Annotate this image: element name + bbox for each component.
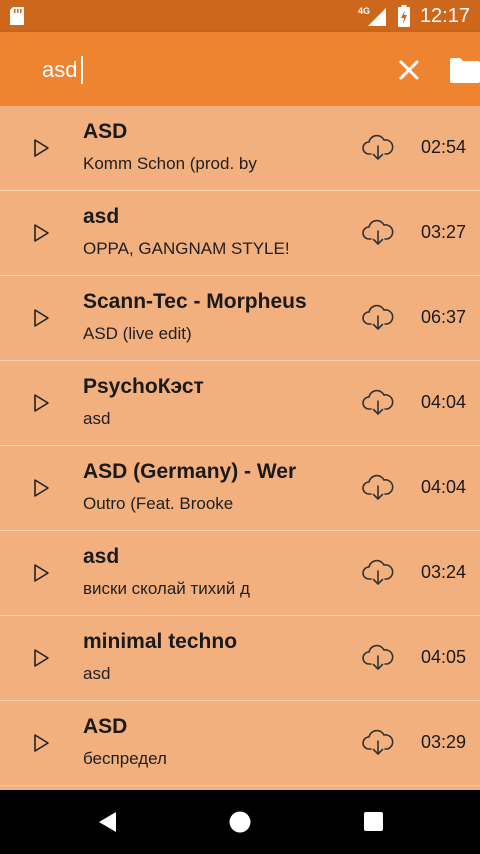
cloud-download-icon[interactable] (362, 729, 394, 757)
cloud-download-icon[interactable] (362, 219, 394, 247)
sd-card-icon (10, 7, 24, 25)
track-artist: asd (83, 409, 111, 428)
search-toolbar (0, 32, 480, 106)
text-cursor (81, 56, 83, 84)
cloud-download-icon[interactable] (362, 559, 394, 587)
cloud-download-icon[interactable] (362, 644, 394, 672)
play-icon[interactable] (30, 477, 52, 499)
track-row[interactable]: ASD беспредел 03:29 (0, 701, 480, 786)
signal-icon: 4G (358, 6, 386, 26)
battery-charging-icon (397, 5, 410, 27)
track-title: PsychoКэст (83, 375, 204, 398)
play-icon[interactable] (30, 137, 52, 159)
track-artist: OPPA, GANGNAM STYLE! (83, 239, 290, 258)
play-icon[interactable] (30, 732, 52, 754)
folder-icon[interactable] (448, 56, 480, 84)
play-icon[interactable] (30, 307, 52, 329)
play-icon[interactable] (30, 222, 52, 244)
track-duration: 04:04 (420, 392, 466, 412)
track-row[interactable]: PsychoКэст asd 04:04 (0, 361, 480, 446)
home-icon[interactable] (229, 811, 251, 833)
track-row[interactable]: minimal techno asd 04:05 (0, 616, 480, 701)
track-title: asd (83, 205, 120, 228)
track-title: Scann-Tec - Morpheus (83, 290, 307, 313)
track-title: ASD (83, 715, 128, 738)
track-artist: ASD (live edit) (83, 324, 192, 343)
track-duration: 04:04 (420, 477, 466, 497)
status-bar: 4G 12:17 (0, 0, 480, 32)
track-artist: asd (83, 664, 111, 683)
track-row[interactable]: ASD (Germany) - Wer Outro (Feat. Brooke … (0, 446, 480, 531)
recents-icon[interactable] (364, 812, 383, 831)
track-title: minimal techno (83, 630, 238, 653)
back-icon[interactable] (96, 810, 118, 834)
track-artist: беспредел (83, 749, 167, 768)
track-duration: 04:05 (420, 647, 466, 667)
cloud-download-icon[interactable] (362, 389, 394, 417)
track-list: ASD Komm Schon (prod. by 02:54 asd OPPA,… (0, 106, 480, 786)
track-duration: 06:37 (420, 307, 466, 327)
track-row[interactable]: asd виски сколай тихий д 03:24 (0, 531, 480, 616)
track-duration: 02:54 (420, 137, 466, 157)
track-artist: Komm Schon (prod. by (83, 154, 257, 173)
navigation-bar (0, 790, 480, 854)
track-row[interactable]: Scann-Tec - Morpheus ASD (live edit) 06:… (0, 276, 480, 361)
cloud-download-icon[interactable] (362, 474, 394, 502)
cloud-download-icon[interactable] (362, 134, 394, 162)
track-duration: 03:27 (420, 222, 466, 242)
track-title: asd (83, 545, 120, 568)
close-icon[interactable] (394, 55, 424, 85)
play-icon[interactable] (30, 562, 52, 584)
cloud-download-icon[interactable] (362, 304, 394, 332)
play-icon[interactable] (30, 392, 52, 414)
search-input[interactable] (42, 54, 372, 86)
network-type-label: 4G (358, 6, 370, 16)
play-icon[interactable] (30, 647, 52, 669)
track-duration: 03:29 (420, 732, 466, 752)
track-title: ASD (83, 120, 128, 143)
track-duration: 03:24 (420, 562, 466, 582)
track-artist: Outro (Feat. Brooke (83, 494, 234, 513)
track-title: ASD (Germany) - Wer (83, 460, 297, 483)
track-row[interactable]: ASD Komm Schon (prod. by 02:54 (0, 106, 480, 191)
status-time: 12:17 (419, 4, 470, 27)
track-row[interactable]: asd OPPA, GANGNAM STYLE! 03:27 (0, 191, 480, 276)
track-artist: виски сколай тихий д (83, 579, 250, 598)
